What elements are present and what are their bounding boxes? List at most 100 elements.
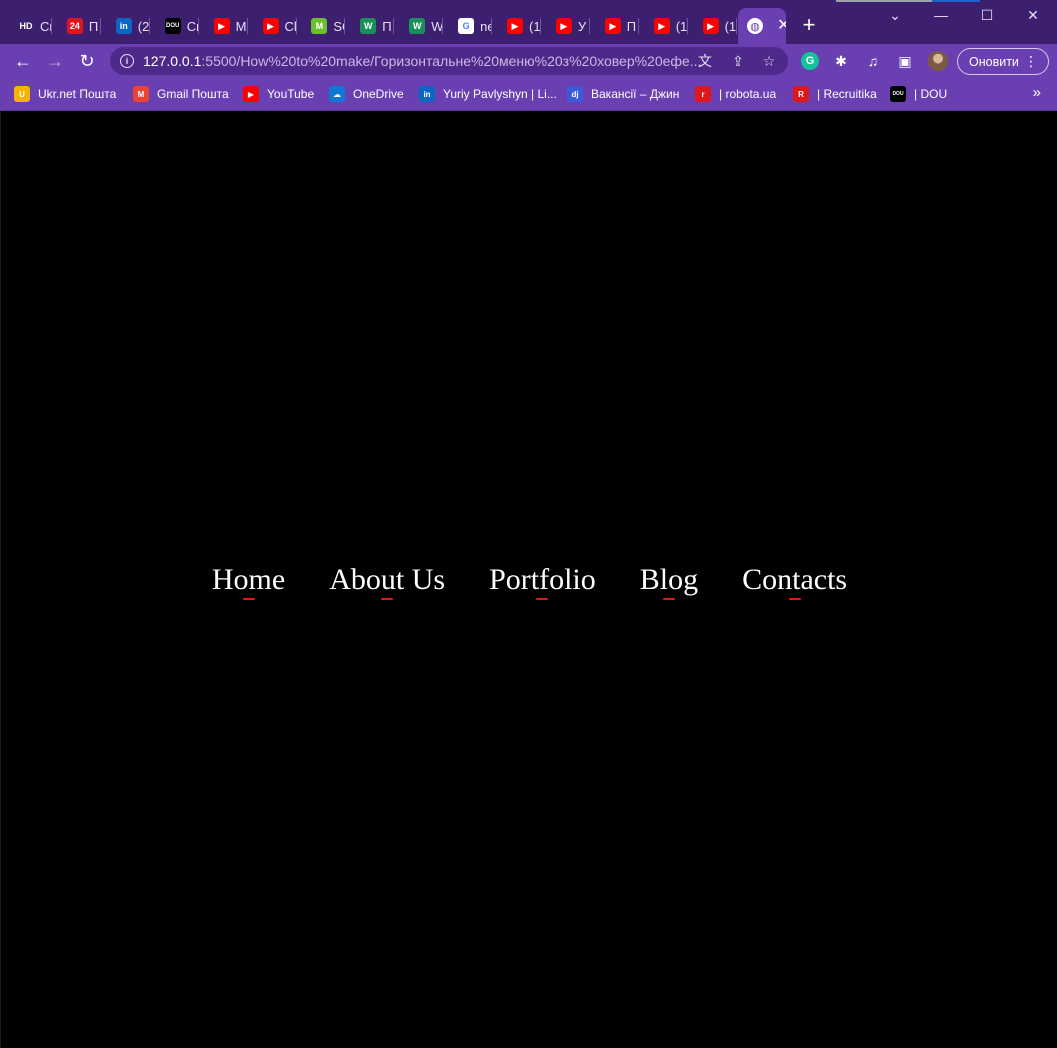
robota-icon: r xyxy=(695,86,711,102)
tab-active[interactable]: ◍ ✕ xyxy=(738,8,786,44)
tab-9[interactable]: Gne xyxy=(444,8,493,44)
bookmark-item[interactable]: M Gmail Пошта xyxy=(133,85,229,103)
tab-separator xyxy=(442,18,444,34)
close-tab-icon[interactable]: ✕ xyxy=(777,18,786,34)
bookmark-label: YouTube xyxy=(267,87,315,101)
tab-3[interactable]: DOUСк xyxy=(151,8,199,44)
youtube-icon: ▶ xyxy=(702,18,719,34)
tab-separator xyxy=(735,18,737,34)
tab-separator xyxy=(51,18,52,34)
bookmark-item[interactable]: ☁ OneDrive xyxy=(329,85,404,103)
tab-separator xyxy=(295,18,297,34)
tab-6[interactable]: MSC xyxy=(297,8,346,44)
youtube-icon: ▶ xyxy=(243,86,259,102)
youtube-icon: ▶ xyxy=(604,18,621,34)
forward-button[interactable]: → xyxy=(43,49,67,73)
tab-strip: HDСк24Пin(2DOUСк▶М▶ClMSCWПWWGne▶(1▶У▶П▶(… xyxy=(0,0,1057,44)
share-icon[interactable]: ⇪ xyxy=(729,52,747,70)
bookmark-item[interactable]: DOU | DOU xyxy=(890,85,947,103)
menu-item-about-us[interactable]: About Us xyxy=(329,561,445,600)
ukrnet-icon: U xyxy=(14,86,30,102)
menu-item-contacts[interactable]: Contacts xyxy=(742,561,847,600)
tab-11[interactable]: ▶ У xyxy=(542,8,590,44)
bookmark-item[interactable]: R | Recruitika xyxy=(793,85,877,103)
globe-icon: ◍ xyxy=(747,18,763,34)
maximize-button[interactable]: ☐ xyxy=(964,0,1010,30)
w-icon: W xyxy=(409,18,426,34)
youtube-icon: ▶ xyxy=(507,18,523,34)
tab-10[interactable]: ▶ (1 xyxy=(493,8,541,44)
bookmark-item[interactable]: U Ukr.net Пошта xyxy=(14,85,116,103)
tab-separator xyxy=(197,18,199,34)
hover-underline xyxy=(381,598,394,600)
tab-separator xyxy=(344,18,346,34)
address-bar[interactable]: i 127.0.0.1:5500/How%20to%20make/Горизон… xyxy=(110,47,788,75)
bookmark-label: Gmail Пошта xyxy=(157,87,229,101)
bookmark-item[interactable]: in Yuriy Pavlyshyn | Li... xyxy=(419,85,557,103)
tab-2[interactable]: in (2 xyxy=(102,8,150,44)
menu-item-blog[interactable]: Blog xyxy=(640,561,698,600)
recruitika-icon: R xyxy=(793,86,809,102)
window-close-button[interactable]: ✕ xyxy=(1010,0,1056,30)
menu-item-home[interactable]: Home xyxy=(212,561,285,600)
tab-separator xyxy=(491,18,493,34)
tab-4[interactable]: ▶ М xyxy=(200,8,248,44)
more-menu-icon[interactable]: ⋮ xyxy=(1024,53,1038,69)
reload-button[interactable]: ↻ xyxy=(75,49,99,73)
horizontal-menu: Home About Us Portfolio Blog Contacts xyxy=(1,561,1057,600)
bookmark-item[interactable]: ▶ YouTube xyxy=(243,85,314,103)
bookmark-label: | Recruitika xyxy=(817,87,877,101)
media-control-icon[interactable]: ♫ xyxy=(864,52,882,70)
profile-avatar[interactable] xyxy=(928,51,948,71)
new-tab-button[interactable]: + xyxy=(798,14,820,36)
onedrive-icon: ☁ xyxy=(329,86,345,102)
site-info-icon[interactable]: i xyxy=(120,54,134,68)
tab-13[interactable]: ▶ (1 xyxy=(640,8,688,44)
minimize-button[interactable]: — xyxy=(918,0,964,30)
tab-separator xyxy=(99,18,101,34)
translate-icon[interactable]: 文 xyxy=(696,52,714,70)
tab-search-button[interactable]: ⌄ xyxy=(872,0,918,30)
tab-7[interactable]: WП xyxy=(346,8,395,44)
gmail-icon: M xyxy=(133,86,149,102)
tab-separator xyxy=(148,18,150,34)
bookmark-item[interactable]: dj Вакансії – Джин xyxy=(567,85,679,103)
24-icon: 24 xyxy=(66,18,83,34)
extensions-icon[interactable]: ✱ xyxy=(832,52,850,70)
linkedin-icon: in xyxy=(115,18,132,34)
tab-separator xyxy=(393,18,395,34)
djinni-icon: dj xyxy=(567,86,583,102)
bookmark-label: OneDrive xyxy=(353,87,404,101)
side-panel-icon[interactable]: ▣ xyxy=(896,52,914,70)
url-text[interactable]: 127.0.0.1:5500/How%20to%20make/Горизонта… xyxy=(143,53,703,69)
youtube-icon: ▶ xyxy=(213,18,230,34)
back-button[interactable]: ← xyxy=(11,49,35,73)
hover-underline xyxy=(788,598,801,600)
menu-item-portfolio[interactable]: Portfolio xyxy=(489,561,596,600)
dou-icon: DOU xyxy=(890,86,906,102)
youtube-icon: ▶ xyxy=(653,18,670,34)
bookmark-label: | robota.ua xyxy=(719,87,777,101)
browser-toolbar: ← → ↻ i 127.0.0.1:5500/How%20to%20make/Г… xyxy=(0,44,1057,78)
tab-8[interactable]: WW xyxy=(395,8,444,44)
w-icon: W xyxy=(360,18,377,34)
hover-underline xyxy=(662,598,675,600)
youtube-icon: ▶ xyxy=(555,18,572,34)
tab-14[interactable]: ▶ (1 xyxy=(689,8,737,44)
tab-12[interactable]: ▶ П xyxy=(591,8,639,44)
tab-1[interactable]: 24 П xyxy=(53,8,101,44)
youtube-icon: ▶ xyxy=(262,18,279,34)
tab-separator xyxy=(686,18,688,34)
bookmark-label: Ukr.net Пошта xyxy=(38,87,117,101)
bookmark-star-icon[interactable]: ☆ xyxy=(760,52,778,70)
tab-5[interactable]: ▶ Cl xyxy=(249,8,297,44)
bookmarks-bar: U Ukr.net Пошта M Gmail Пошта ▶ YouTube ☁ OneDr… xyxy=(0,78,1057,111)
grammarly-icon[interactable]: G xyxy=(801,52,819,70)
bookmarks-more-icon[interactable]: » xyxy=(1033,84,1041,101)
m-icon: M xyxy=(311,18,328,34)
tab-0[interactable]: HDСк xyxy=(4,8,52,44)
update-button[interactable]: Оновити ⋮ xyxy=(957,48,1049,75)
page-viewport: Home About Us Portfolio Blog Contacts xyxy=(0,111,1057,1048)
bookmark-label: | DOU xyxy=(914,87,948,101)
bookmark-item[interactable]: r | robota.ua xyxy=(695,85,776,103)
